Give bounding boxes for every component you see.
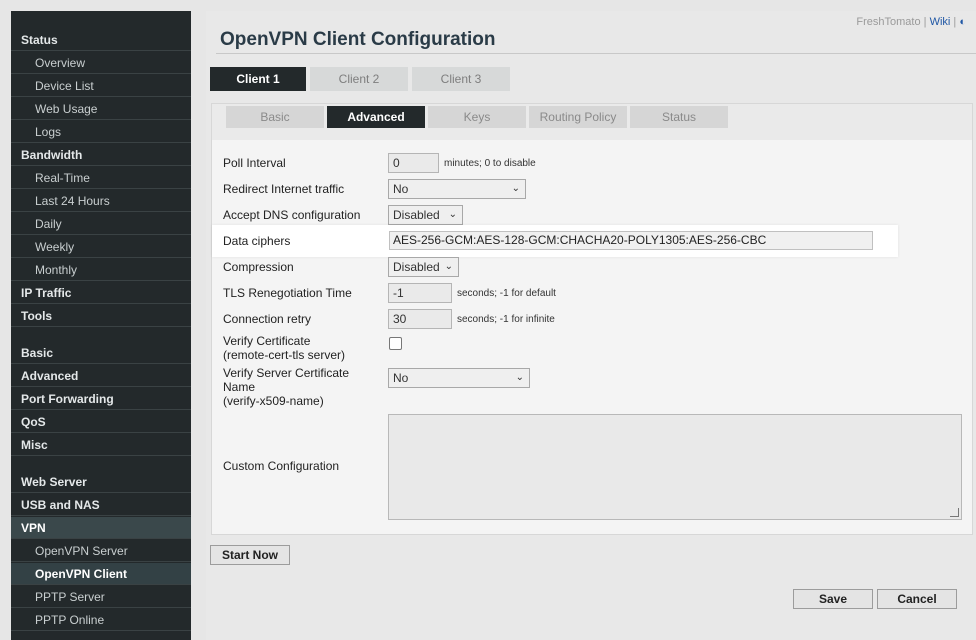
compression-label: Compression xyxy=(223,260,294,274)
chevron-down-icon: ⌄ xyxy=(444,261,453,272)
brand-label: FreshTomato xyxy=(856,16,921,28)
sidebar-item-web-server[interactable]: Web Server xyxy=(11,471,191,493)
sidebar-item-status[interactable]: Status xyxy=(11,29,191,51)
separator: | xyxy=(953,16,957,28)
chevron-down-icon: ⌄ xyxy=(515,372,524,383)
custom-config-label: Custom Configuration xyxy=(223,459,340,473)
page-title: OpenVPN Client Configuration xyxy=(220,29,496,50)
compression-select[interactable]: Disabled ⌄ xyxy=(388,257,459,277)
sidebar-item-openvpn-client[interactable]: OpenVPN Client xyxy=(11,563,191,585)
sidebar-item-last-24-hours[interactable]: Last 24 Hours xyxy=(11,190,191,212)
compression-value: Disabled xyxy=(393,260,440,274)
sidebar-item-ip-traffic[interactable]: IP Traffic xyxy=(11,282,191,304)
tab-client-3[interactable]: Client 3 xyxy=(412,67,510,91)
tls-reneg-input[interactable]: -1 xyxy=(388,283,452,303)
cancel-button[interactable]: Cancel xyxy=(877,589,957,609)
data-ciphers-input[interactable]: AES-256-GCM:AES-128-GCM:CHACHA20-POLY130… xyxy=(389,231,873,250)
sidebar-item-monthly[interactable]: Monthly xyxy=(11,259,191,281)
tab-client-1[interactable]: Client 1 xyxy=(210,67,306,91)
tab-basic[interactable]: Basic xyxy=(226,106,324,128)
sidebar-item-misc[interactable]: Misc xyxy=(11,434,191,456)
tab-keys[interactable]: Keys xyxy=(428,106,526,128)
theme-toggle-icon[interactable]: ◐ xyxy=(959,16,966,28)
redirect-label: Redirect Internet traffic xyxy=(223,182,345,196)
accept-dns-label: Accept DNS configuration xyxy=(223,208,361,222)
start-now-button[interactable]: Start Now xyxy=(210,545,290,565)
verify-server-label: Verify Server Certificate xyxy=(223,366,350,380)
main-content: FreshTomato | Wiki | ◐ OpenVPN Client Co… xyxy=(206,11,976,640)
verify-server-label-2: Name xyxy=(223,380,256,394)
sidebar-item-basic[interactable]: Basic xyxy=(11,342,191,364)
verify-cert-label: Verify Certificate xyxy=(223,334,311,348)
sidebar-item-openvpn-server[interactable]: OpenVPN Server xyxy=(11,540,191,562)
chevron-down-icon: ⌄ xyxy=(511,183,520,194)
verify-server-select[interactable]: No ⌄ xyxy=(388,368,530,388)
poll-interval-label: Poll Interval xyxy=(223,156,286,170)
wiki-link[interactable]: Wiki xyxy=(930,16,951,28)
sidebar-item-port-forwarding[interactable]: Port Forwarding xyxy=(11,388,191,410)
verify-server-sublabel: (verify-x509-name) xyxy=(223,394,324,408)
poll-interval-hint: minutes; 0 to disable xyxy=(444,158,536,169)
sidebar-item-real-time[interactable]: Real-Time xyxy=(11,167,191,189)
poll-interval-input[interactable]: 0 xyxy=(388,153,439,173)
tls-reneg-hint: seconds; -1 for default xyxy=(457,288,556,299)
custom-config-textarea[interactable] xyxy=(388,414,962,520)
verify-cert-sublabel: (remote-cert-tls server) xyxy=(223,348,346,362)
conn-retry-hint: seconds; -1 for infinite xyxy=(457,314,555,325)
sidebar-item-overview[interactable]: Overview xyxy=(11,52,191,74)
tab-client-2[interactable]: Client 2 xyxy=(310,67,408,91)
conn-retry-input[interactable]: 30 xyxy=(388,309,452,329)
accept-dns-select[interactable]: Disabled ⌄ xyxy=(388,205,463,225)
client-panel: Basic Advanced Keys Routing Policy Statu… xyxy=(211,103,973,535)
sidebar-item-bandwidth[interactable]: Bandwidth xyxy=(11,144,191,166)
resize-handle-icon[interactable] xyxy=(950,508,959,517)
data-ciphers-label: Data ciphers xyxy=(223,234,291,248)
conn-retry-label: Connection retry xyxy=(223,312,312,326)
sidebar-item-advanced[interactable]: Advanced xyxy=(11,365,191,387)
sidebar: Status Overview Device List Web Usage Logs Ba… xyxy=(11,11,191,640)
sidebar-item-web-usage[interactable]: Web Usage xyxy=(11,98,191,120)
data-ciphers-row: Data ciphers AES-256-GCM:AES-128-GCM:CHA… xyxy=(212,225,898,257)
tab-routing-policy[interactable]: Routing Policy xyxy=(529,106,627,128)
save-button[interactable]: Save xyxy=(793,589,873,609)
tab-advanced[interactable]: Advanced xyxy=(327,106,425,128)
redirect-value: No xyxy=(393,182,409,196)
top-links: FreshTomato | Wiki | ◐ xyxy=(856,16,966,28)
sidebar-item-tools[interactable]: Tools xyxy=(11,305,191,327)
sidebar-item-pptp-online[interactable]: PPTP Online xyxy=(11,609,191,631)
sidebar-item-logs[interactable]: Logs xyxy=(11,121,191,143)
sidebar-item-daily[interactable]: Daily xyxy=(11,213,191,235)
chevron-down-icon: ⌄ xyxy=(448,209,457,220)
accept-dns-value: Disabled xyxy=(393,208,440,222)
sidebar-item-weekly[interactable]: Weekly xyxy=(11,236,191,258)
sidebar-item-vpn[interactable]: VPN xyxy=(11,517,191,539)
tab-status[interactable]: Status xyxy=(630,106,728,128)
sidebar-item-pptp-server[interactable]: PPTP Server xyxy=(11,586,191,608)
sidebar-item-usb-and-nas[interactable]: USB and NAS xyxy=(11,494,191,516)
sidebar-item-device-list[interactable]: Device List xyxy=(11,75,191,97)
verify-cert-checkbox[interactable] xyxy=(389,337,402,350)
tls-reneg-label: TLS Renegotiation Time xyxy=(223,286,352,300)
redirect-select[interactable]: No ⌄ xyxy=(388,179,526,199)
sidebar-item-qos[interactable]: QoS xyxy=(11,411,191,433)
title-divider xyxy=(216,53,976,54)
verify-server-value: No xyxy=(393,371,409,385)
separator: | xyxy=(923,16,927,28)
advanced-form: Poll Interval 0 minutes; 0 to disable Re… xyxy=(212,140,972,534)
